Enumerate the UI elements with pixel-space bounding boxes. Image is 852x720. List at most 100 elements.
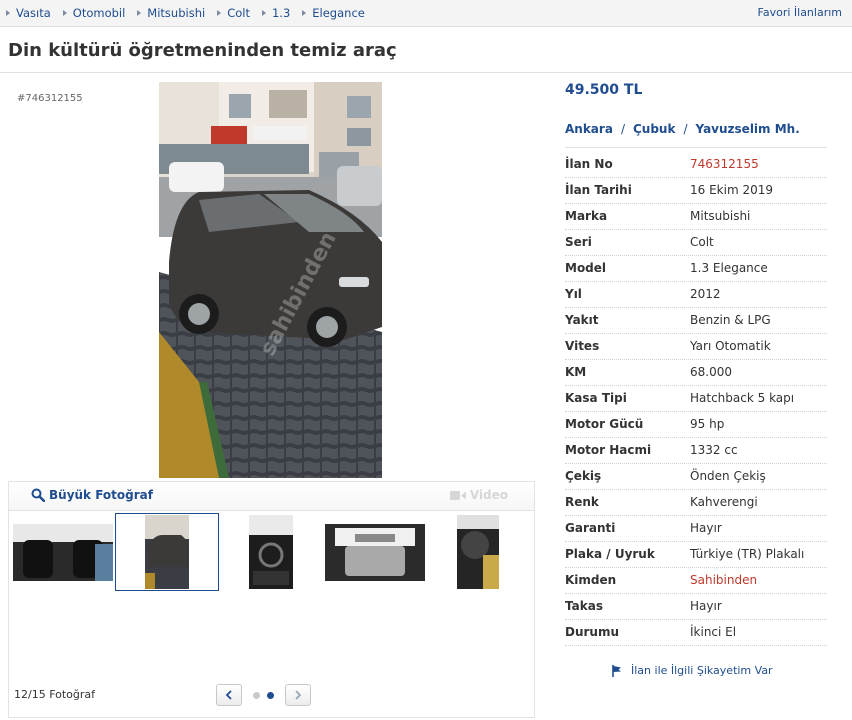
breadcrumb-item-vasita[interactable]: Vasıta [6, 6, 51, 20]
big-photo-label: Büyük Fotoğraf [49, 488, 153, 502]
video-label: Video [469, 488, 508, 502]
detail-value: Önden Çekiş [690, 469, 766, 483]
detail-label: Çekiş [565, 469, 602, 483]
detail-row-vites: Vites Yarı Otomatik [565, 334, 827, 360]
detail-label: Plaka / Uyruk [565, 547, 655, 561]
video-button: Video [449, 488, 508, 502]
detail-value: Benzin & LPG [690, 313, 771, 327]
location-divider [565, 147, 827, 148]
location-district[interactable]: Çubuk [633, 122, 675, 136]
detail-row-marka: Marka Mitsubishi [565, 204, 827, 230]
photo-toolbar: Büyük Fotoğraf Video [8, 481, 535, 511]
thumbnail-2[interactable] [145, 515, 189, 589]
detail-value: Yarı Otomatik [690, 339, 771, 353]
location-neighborhood[interactable]: Yavuzselim Mh. [696, 122, 800, 136]
thumbnail-1[interactable] [13, 524, 113, 581]
detail-value: İkinci El [690, 625, 737, 639]
triangle-right-icon [6, 10, 10, 16]
breadcrumb-item-elegance[interactable]: Elegance [302, 6, 365, 20]
triangle-right-icon [302, 10, 307, 16]
detail-row-model: Model 1.3 Elegance [565, 256, 827, 282]
page-dot-1[interactable] [253, 692, 260, 699]
detail-row-renk: Renk Kahverengi [565, 490, 827, 516]
thumbnail-gallery: 12/15 Fotoğraf [8, 510, 535, 718]
details-table: İlan No 746312155 İlan Tarihi 16 Ekim 2019… [565, 152, 827, 646]
location-separator: / [620, 122, 625, 136]
detail-label: Motor Hacmi [565, 443, 652, 457]
detail-value: Hayır [690, 521, 722, 535]
breadcrumb-item-otomobil[interactable]: Otomobil [62, 6, 126, 20]
detail-value: 1332 cc [690, 443, 738, 457]
thumbnail-5[interactable] [457, 515, 499, 589]
detail-row-cekis: Çekiş Önden Çekiş [565, 464, 827, 490]
breadcrumb-item-colt[interactable]: Colt [217, 6, 250, 20]
detail-value: Kahverengi [690, 495, 758, 509]
report-listing-link[interactable]: İlan ile İlgili Şikayetim Var [612, 664, 773, 677]
triangle-right-icon [261, 10, 266, 16]
detail-label: Yıl [565, 287, 582, 301]
prev-page-button[interactable] [216, 684, 242, 706]
detail-row-ilan-tarihi: İlan Tarihi 16 Ekim 2019 [565, 178, 827, 204]
detail-label: Yakıt [565, 313, 599, 327]
video-camera-icon [449, 490, 466, 500]
triangle-right-icon [137, 10, 142, 16]
thumbnail-3[interactable] [249, 515, 293, 589]
detail-row-yakit: Yakıt Benzin & LPG [565, 308, 827, 334]
location-breadcrumb: Ankara / Çubuk / Yavuzselim Mh. [565, 122, 800, 136]
detail-label: KM [565, 365, 587, 379]
thumbnail-image [249, 515, 293, 589]
detail-value: Colt [690, 235, 714, 249]
detail-label: İlan No [565, 157, 613, 171]
detail-row-seri: Seri Colt [565, 230, 827, 256]
magnifier-icon [31, 488, 45, 502]
detail-label: Garanti [565, 521, 616, 535]
thumbnail-image [325, 524, 425, 581]
price: 49.500 TL [565, 82, 643, 98]
triangle-right-icon [62, 10, 67, 16]
next-page-button[interactable] [285, 684, 311, 706]
favorites-link[interactable]: Favori İlanlarım [758, 6, 842, 19]
detail-label: Durumu [565, 625, 620, 639]
title-divider [0, 72, 852, 73]
detail-value: 95 hp [690, 417, 725, 431]
detail-value: Türkiye (TR) Plakalı [690, 547, 805, 561]
big-photo-button[interactable]: Büyük Fotoğraf [31, 488, 153, 502]
breadcrumb-label: Otomobil [72, 6, 126, 20]
detail-row-ilan-no: İlan No 746312155 [565, 152, 827, 178]
main-photo[interactable]: sahibinden [159, 82, 382, 478]
detail-row-yil: Yıl 2012 [565, 282, 827, 308]
breadcrumb-item-mitsubishi[interactable]: Mitsubishi [137, 6, 205, 20]
page-title: Din kültürü öğretmeninden temiz araç [8, 40, 397, 61]
breadcrumb-label: Elegance [312, 6, 365, 20]
page-dot-2[interactable] [267, 692, 274, 699]
breadcrumb-label: Vasıta [16, 6, 51, 20]
detail-row-garanti: Garanti Hayır [565, 516, 827, 542]
detail-label: Kimden [565, 573, 617, 587]
breadcrumb-label: Mitsubishi [147, 6, 206, 20]
detail-label: Kasa Tipi [565, 391, 627, 405]
location-separator: / [683, 122, 688, 136]
detail-value: Hayır [690, 599, 722, 613]
detail-row-kasa-tipi: Kasa Tipi Hatchback 5 kapı [565, 386, 827, 412]
breadcrumb-label: Colt [227, 6, 250, 20]
breadcrumb-item-1-3[interactable]: 1.3 [261, 6, 291, 20]
detail-label: Renk [565, 495, 599, 509]
detail-label: Seri [565, 235, 592, 249]
detail-row-km: KM 68.000 [565, 360, 827, 386]
detail-label: Vites [565, 339, 600, 353]
photo-count: 12/15 Fotoğraf [14, 688, 96, 701]
main-photo-image: sahibinden [159, 82, 382, 478]
location-city[interactable]: Ankara [565, 122, 613, 136]
detail-value: 16 Ekim 2019 [690, 183, 773, 197]
detail-label: Takas [565, 599, 603, 613]
detail-row-durumu: Durumu İkinci El [565, 620, 827, 646]
detail-value: Hatchback 5 kapı [690, 391, 795, 405]
detail-value: Mitsubishi [690, 209, 751, 223]
chevron-right-icon [295, 690, 302, 700]
breadcrumb-label: 1.3 [271, 6, 291, 20]
thumbnail-4[interactable] [325, 524, 425, 581]
detail-value: 2012 [690, 287, 721, 301]
detail-label: İlan Tarihi [565, 183, 632, 197]
breadcrumb-bar: Vasıta Otomobil Mitsubishi Colt 1.3 Eleg… [0, 0, 852, 27]
detail-row-motor-hacmi: Motor Hacmi 1332 cc [565, 438, 827, 464]
